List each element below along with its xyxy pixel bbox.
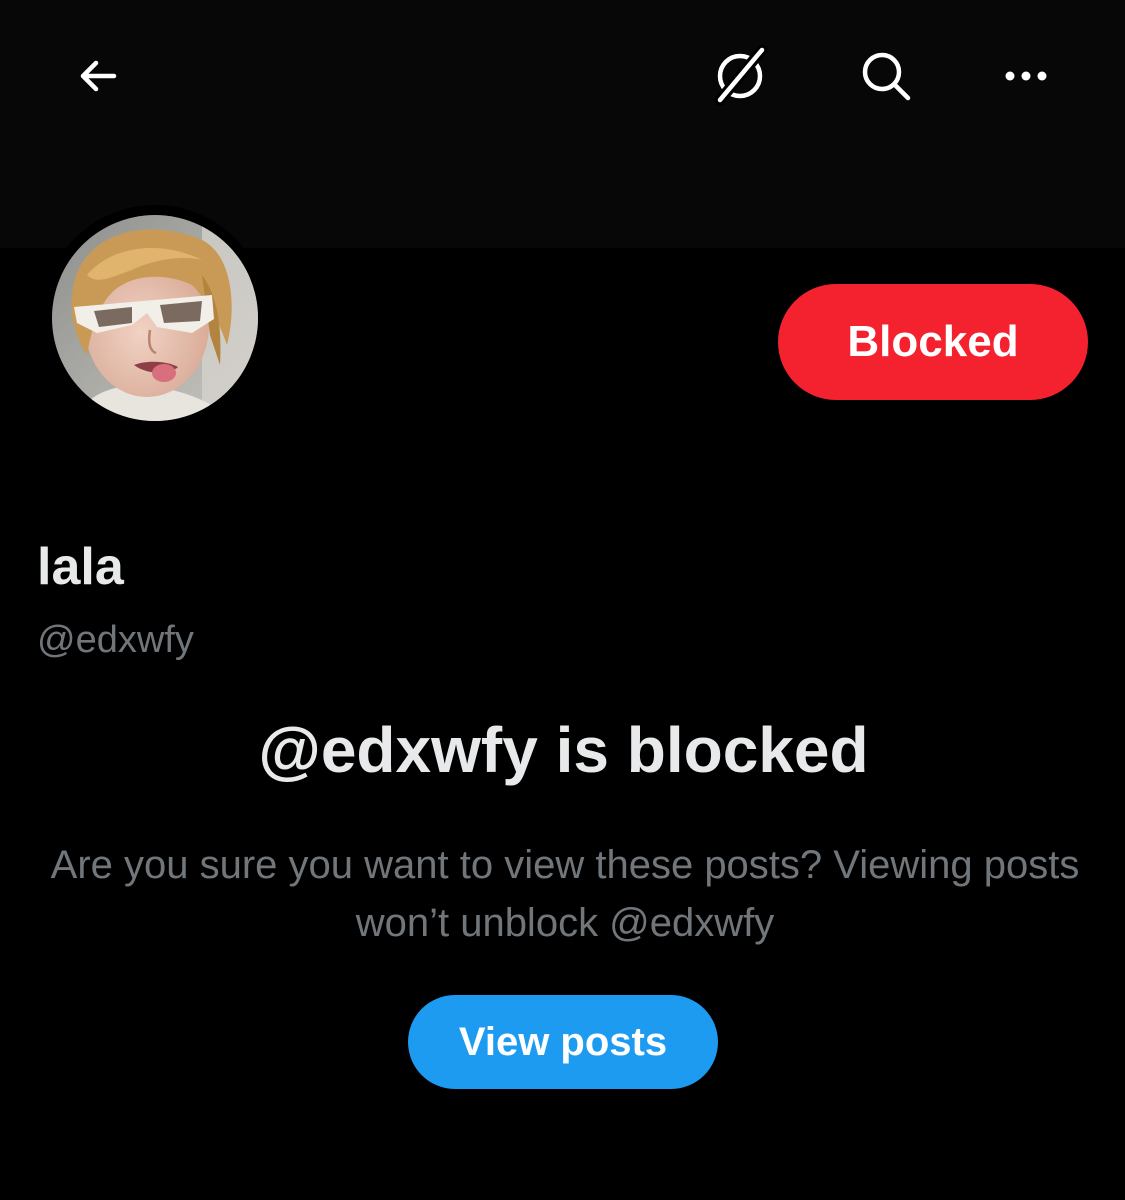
display-name: lala [37, 538, 124, 596]
grok-icon [714, 44, 768, 106]
profile-handle: @edxwfy [37, 619, 194, 661]
more-options-button[interactable] [990, 40, 1062, 112]
avatar [52, 215, 258, 421]
search-button[interactable] [848, 38, 924, 114]
search-icon [862, 52, 911, 101]
view-posts-label: View posts [458, 1019, 668, 1064]
view-posts-button[interactable]: View posts [408, 995, 718, 1089]
back-button[interactable] [62, 40, 134, 112]
blocked-button-label: Blocked [847, 317, 1019, 366]
blocked-title: @edxwfy is blocked [258, 714, 869, 786]
grok-button[interactable] [700, 40, 780, 112]
avatar-container[interactable] [42, 205, 268, 431]
more-horizontal-icon [1005, 71, 1047, 81]
blocked-description: Are you sure you want to view these post… [50, 843, 1080, 945]
arrow-left-icon [80, 60, 117, 92]
blocked-button[interactable]: Blocked [778, 284, 1088, 400]
